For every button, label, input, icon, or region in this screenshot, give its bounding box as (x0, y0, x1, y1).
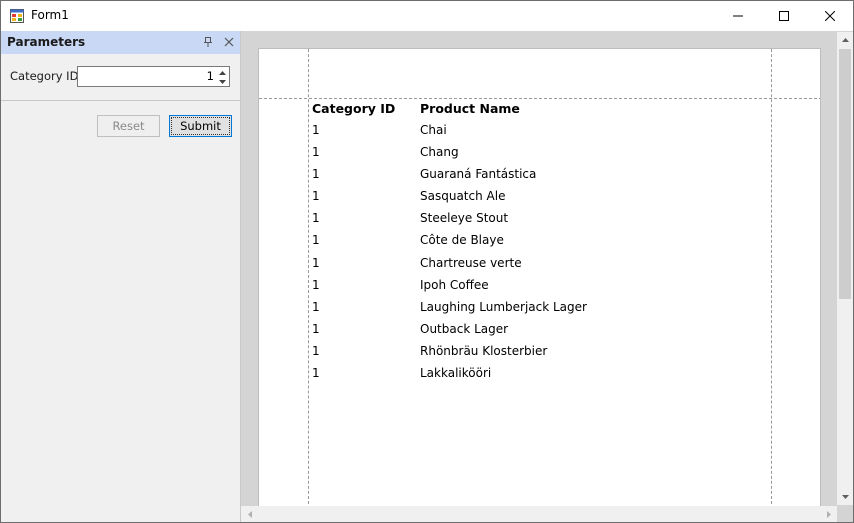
cell-category-id: 1 (312, 189, 320, 204)
cell-category-id: 1 (312, 299, 320, 314)
chevron-up-icon (218, 70, 226, 75)
maximize-button[interactable] (761, 1, 807, 31)
cell-product-name: Côte de Blaye (420, 233, 504, 248)
header-category-id: Category ID (312, 101, 396, 116)
report-page: Category ID Product Name 1 Chai 1 Chang 1 Gua… (258, 48, 821, 508)
table-row: 1 Guaraná Fantástica (312, 165, 772, 187)
table-row: 1 Lakkalikööri (312, 364, 772, 386)
panel-close-icon[interactable] (223, 36, 235, 48)
table-row: 1 Laughing Lumberjack Lager (312, 298, 772, 320)
table-header: Category ID Product Name (312, 99, 772, 121)
vertical-scrollbar[interactable] (837, 32, 853, 505)
maximize-icon (779, 11, 789, 21)
cell-product-name: Chartreuse verte (420, 255, 522, 270)
table-row: 1 Steeleye Stout (312, 209, 772, 231)
cell-category-id: 1 (312, 321, 320, 336)
table-row: 1 Rhönbräu Klosterbier (312, 342, 772, 364)
cell-product-name: Lakkalikööri (420, 366, 492, 381)
panel-title: Parameters (7, 35, 86, 49)
category-id-input[interactable] (78, 69, 214, 83)
spin-up-button[interactable] (217, 68, 227, 77)
spin-down-button[interactable] (217, 77, 227, 86)
table-row: 1 Outback Lager (312, 320, 772, 342)
table-row: 1 Chai (312, 121, 772, 143)
title-bar: Form1 (1, 1, 853, 31)
cell-category-id: 1 (312, 233, 320, 248)
table-row: 1 Ipoh Coffee (312, 276, 772, 298)
cell-product-name: Chai (420, 123, 447, 137)
scroll-up-button[interactable] (837, 32, 853, 48)
minimize-icon (733, 15, 743, 17)
cell-category-id: 1 (312, 255, 320, 270)
submit-button[interactable]: Submit (169, 115, 232, 137)
report-viewer: Category ID Product Name 1 Chai 1 Chang 1 Gua… (241, 31, 853, 522)
app-icon (10, 9, 24, 23)
panel-header: Parameters (1, 31, 240, 54)
cell-product-name: Chang (420, 145, 459, 160)
category-id-stepper[interactable] (77, 66, 230, 87)
category-id-label: Category ID (10, 69, 79, 83)
cell-category-id: 1 (312, 211, 320, 226)
main-window: Form1 Parameters Category ID 1 Reset Sub… (0, 0, 854, 523)
panel-divider (1, 100, 240, 101)
chevron-down-icon (218, 79, 226, 84)
parameters-panel: Parameters Category ID Reset Submit (1, 31, 241, 522)
arrow-up-icon (842, 38, 849, 42)
cell-product-name: Laughing Lumberjack Lager (420, 299, 587, 314)
arrow-left-icon (247, 510, 252, 518)
scroll-right-button[interactable] (820, 506, 837, 522)
cell-category-id: 1 (312, 123, 320, 137)
horizontal-scrollbar[interactable] (241, 506, 837, 522)
scroll-left-button[interactable] (241, 506, 258, 522)
close-button[interactable] (807, 1, 853, 31)
vertical-scroll-thumb[interactable] (839, 49, 851, 299)
close-icon (825, 11, 835, 21)
cell-product-name: Guaraná Fantástica (420, 167, 537, 182)
cell-product-name: Outback Lager (420, 321, 509, 336)
minimize-button[interactable] (715, 1, 761, 31)
cell-category-id: 1 (312, 145, 320, 160)
cell-category-id: 1 (312, 167, 320, 182)
table-row: 1 Chang (312, 143, 772, 165)
cell-category-id: 1 (312, 366, 320, 381)
cell-product-name: Rhönbräu Klosterbier (420, 343, 548, 358)
scroll-down-button[interactable] (837, 489, 853, 505)
arrow-right-icon (826, 510, 831, 518)
header-product-name: Product Name (420, 101, 520, 116)
reset-button[interactable]: Reset (97, 115, 160, 137)
table-row: 1 Côte de Blaye (312, 231, 772, 253)
cell-product-name: Ipoh Coffee (420, 277, 489, 292)
margin-guide-left (308, 49, 309, 507)
cell-product-name: Sasquatch Ale (420, 189, 506, 204)
window-title: Form1 (31, 8, 69, 22)
arrow-down-icon (842, 495, 849, 499)
cell-category-id: 1 (312, 343, 320, 358)
cell-category-id: 1 (312, 277, 320, 292)
report-table: Category ID Product Name 1 Chai 1 Chang 1 Gua… (312, 99, 772, 386)
table-row: 1 Chartreuse verte (312, 254, 772, 276)
cell-product-name: Steeleye Stout (420, 211, 509, 226)
pin-icon[interactable] (202, 36, 214, 48)
table-row: 1 Sasquatch Ale (312, 187, 772, 209)
